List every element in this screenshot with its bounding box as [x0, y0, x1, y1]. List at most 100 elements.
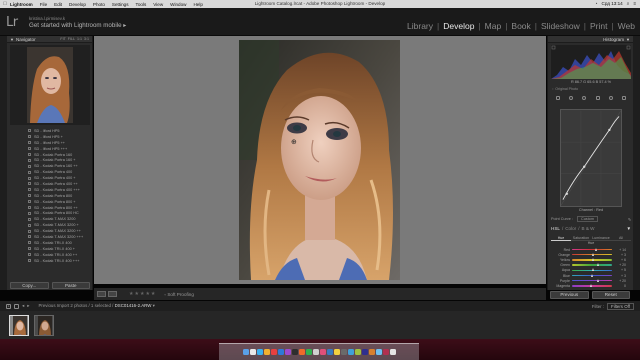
navigator-preview[interactable] [10, 45, 90, 125]
tone-curve-graph[interactable] [560, 109, 622, 207]
dock-app-icon[interactable] [389, 349, 396, 355]
right-panel-toggle[interactable] [633, 36, 640, 290]
zoom-fit[interactable]: FIT [60, 37, 65, 41]
slider-track[interactable] [572, 273, 612, 277]
zoom-fill[interactable]: FILL [68, 37, 75, 41]
play-arrow-icon[interactable]: ▸ [123, 22, 126, 29]
back-arrow-icon[interactable]: ◂ [22, 303, 24, 309]
channel-value[interactable]: Red [596, 208, 603, 212]
menu-file[interactable]: File [40, 2, 47, 7]
zoom-3-1[interactable]: 3:1 [84, 37, 89, 41]
module-develop[interactable]: Develop [443, 21, 474, 31]
navigator-header[interactable]: ▼ Navigator FIT FILL 1:1 3:1 [7, 36, 92, 43]
curve-edit-icon[interactable]: ✎ [628, 217, 631, 222]
slider-knob[interactable] [595, 247, 598, 251]
module-library[interactable]: Library [407, 21, 433, 31]
adjustment-brush-icon[interactable] [622, 95, 627, 100]
dock-app-icon[interactable] [256, 349, 263, 355]
dock-app-icon[interactable] [326, 349, 333, 355]
dock-app-icon[interactable] [375, 349, 382, 355]
menu-view[interactable]: View [153, 2, 163, 7]
slider-track[interactable] [572, 278, 612, 282]
collapse-triangle-icon[interactable]: ▼ [626, 37, 630, 42]
slider-value[interactable]: + 20 [612, 279, 626, 283]
reset-button[interactable]: Reset [591, 290, 630, 299]
loupe-view[interactable]: ⊕ [94, 36, 546, 284]
slider-knob[interactable] [592, 268, 594, 272]
slider-track[interactable] [572, 257, 612, 261]
module-slideshow[interactable]: Slideshow [541, 21, 580, 31]
collapse-triangle-icon[interactable]: ▼ [10, 37, 14, 42]
rating-stars[interactable]: ★★★★★ [129, 291, 156, 297]
apple-icon[interactable]:  [0, 1, 10, 7]
hsl-title[interactable]: HSL [551, 226, 560, 231]
portrait-photo[interactable]: ⊕ [239, 40, 400, 280]
original-photo-label[interactable]: Original Photo [555, 87, 578, 91]
slider-knob[interactable] [591, 252, 594, 256]
page-number[interactable]: 1 [6, 303, 11, 309]
paste-button[interactable]: Paste [51, 281, 90, 289]
previous-button[interactable]: Previous [550, 290, 589, 299]
before-after-icon[interactable] [108, 291, 117, 297]
copy-button[interactable]: Copy... [10, 281, 49, 289]
slider-track[interactable] [572, 263, 612, 267]
slider-knob[interactable] [592, 257, 595, 261]
slider-value[interactable]: + 5 [612, 268, 626, 272]
slider-track[interactable] [572, 252, 612, 256]
slider-knob[interactable] [590, 283, 593, 287]
menu-help[interactable]: Help [193, 2, 202, 7]
slider-value[interactable]: + 20 [612, 263, 626, 267]
soft-proofing-checkbox-icon[interactable]: ▫ [164, 292, 166, 297]
spot-removal-icon[interactable] [568, 95, 573, 100]
wifi-icon[interactable]: ◔ [595, 1, 598, 6]
dock-app-icon[interactable] [333, 349, 340, 355]
menu-edit[interactable]: Edit [54, 2, 62, 7]
channel-selector[interactable]: Channel : Red [548, 208, 634, 212]
dock-app-icon[interactable] [291, 349, 298, 355]
menu-list-icon[interactable]: ≡ [633, 1, 636, 6]
slider-value[interactable]: + 3 [612, 253, 626, 257]
dock-app-icon[interactable] [242, 349, 249, 355]
histogram[interactable] [551, 45, 631, 79]
bw-title[interactable]: B & W [581, 226, 594, 231]
slider-value[interactable]: + 3 [612, 274, 626, 278]
menu-settings[interactable]: Settings [112, 2, 129, 7]
menu-tools[interactable]: Tools [136, 2, 147, 7]
dock-app-icon[interactable] [354, 349, 361, 355]
filmstrip-thumbnail-selected[interactable] [9, 315, 29, 336]
dock-app-icon[interactable] [249, 349, 256, 355]
dock-app-icon[interactable] [284, 349, 291, 355]
dock-app-icon[interactable] [340, 349, 347, 355]
filmstrip-thumbnail[interactable] [34, 315, 54, 336]
menu-develop[interactable]: Develop [69, 2, 86, 7]
slider-value[interactable]: + 6 [612, 258, 626, 262]
slider-value[interactable]: 0 [612, 284, 626, 288]
module-print[interactable]: Print [590, 21, 607, 31]
menu-app-name[interactable]: Lightroom [10, 2, 33, 7]
slider-value[interactable]: + 14 [612, 248, 626, 252]
dock-app-icon[interactable] [270, 349, 277, 355]
slider-track[interactable] [572, 247, 612, 251]
dock-app-icon[interactable] [382, 349, 389, 355]
clock[interactable]: Срд 13:14 [602, 1, 623, 6]
dock-app-icon[interactable] [361, 349, 368, 355]
dock-app-icon[interactable] [305, 349, 312, 355]
soft-proofing-toggle[interactable]: ▫ Soft Proofing [164, 292, 193, 297]
slider-knob[interactable] [591, 273, 594, 277]
slider-knob[interactable] [596, 278, 599, 282]
module-map[interactable]: Map [485, 21, 502, 31]
dock-app-icon[interactable] [368, 349, 375, 355]
radial-filter-icon[interactable] [608, 95, 613, 100]
original-photo-toggle[interactable]: ▫ Original Photo [552, 87, 578, 91]
histogram-header[interactable]: Histogram ▼ [548, 36, 633, 43]
loupe-view-icon[interactable] [97, 291, 106, 297]
original-photo-checkbox-icon[interactable]: ▫ [552, 87, 553, 91]
slider-knob[interactable] [596, 263, 599, 267]
soft-proofing-label[interactable]: Soft Proofing [167, 292, 194, 297]
dock-app-icon[interactable] [347, 349, 354, 355]
dock-app-icon[interactable] [319, 349, 326, 355]
red-eye-icon[interactable] [582, 95, 587, 100]
forward-arrow-icon[interactable]: ▸ [27, 303, 29, 309]
color-title[interactable]: Color [565, 226, 576, 231]
module-web[interactable]: Web [618, 21, 635, 31]
